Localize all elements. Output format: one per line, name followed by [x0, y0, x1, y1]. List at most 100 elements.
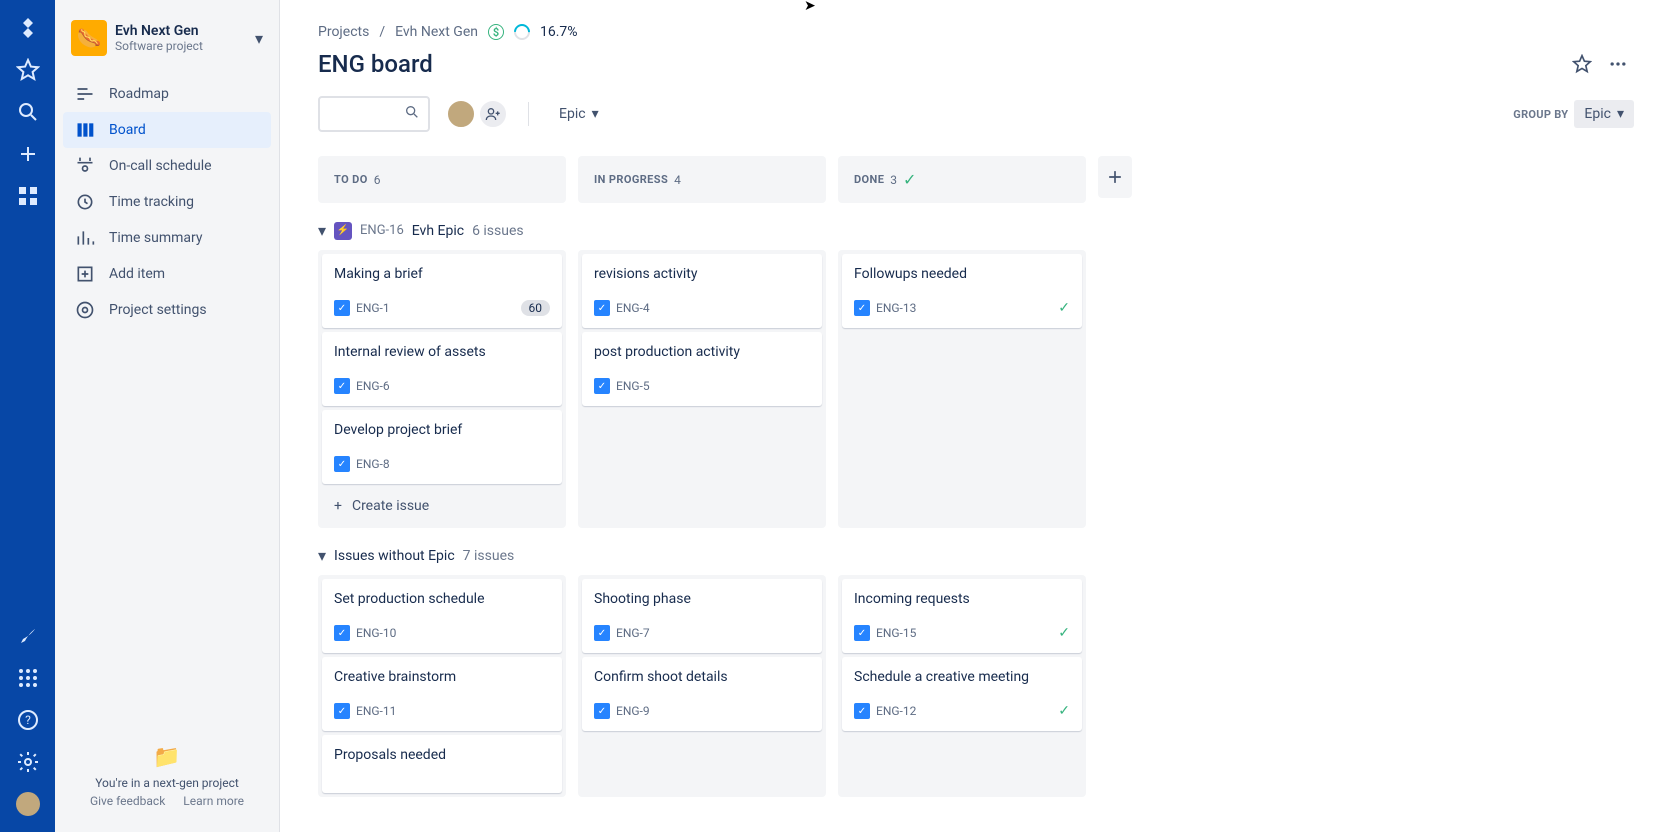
sidebar-item-roadmap[interactable]: Roadmap: [63, 76, 271, 112]
column-inprogress[interactable]: revisions activityENG-4 post production …: [578, 250, 826, 528]
sidebar-item-additem[interactable]: Add item: [63, 256, 271, 292]
epic-icon: ⚡: [334, 222, 352, 240]
more-button[interactable]: [1602, 48, 1634, 80]
breadcrumb-projects[interactable]: Projects: [318, 24, 369, 40]
card-title: revisions activity: [594, 266, 810, 282]
search-icon: [404, 104, 420, 124]
chevron-down-icon: ▾: [592, 106, 599, 122]
issue-card[interactable]: Proposals needed: [322, 735, 562, 793]
chevron-down-icon: ▾: [255, 29, 263, 48]
issue-card[interactable]: Internal review of assetsENG-6: [322, 332, 562, 406]
star-button[interactable]: [1566, 48, 1598, 80]
check-icon: ✓: [903, 170, 916, 189]
search-icon[interactable]: [16, 100, 40, 124]
column-todo[interactable]: Making a briefENG-160 Internal review of…: [318, 250, 566, 528]
group-by-label: GROUP BY: [1513, 108, 1568, 121]
card-key: ENG-1: [356, 301, 390, 315]
card-title: Proposals needed: [334, 747, 550, 763]
issue-card[interactable]: Confirm shoot detailsENG-9: [582, 657, 822, 731]
issue-card[interactable]: revisions activityENG-4: [582, 254, 822, 328]
task-icon: [334, 300, 350, 316]
issue-card[interactable]: Set production scheduleENG-10: [322, 579, 562, 653]
add-people-button[interactable]: [478, 99, 508, 129]
card-key: ENG-8: [356, 457, 390, 471]
user-avatar[interactable]: [16, 792, 40, 816]
epic-filter-dropdown[interactable]: Epic ▾: [549, 100, 609, 128]
card-title: Making a brief: [334, 266, 550, 282]
footer-message: You're in a next-gen project: [71, 776, 263, 790]
sidebar-item-timetracking[interactable]: Time tracking: [63, 184, 271, 220]
assignee-avatar[interactable]: [446, 99, 476, 129]
column-todo[interactable]: Set production scheduleENG-10 Creative b…: [318, 575, 566, 797]
jira-logo-icon[interactable]: [16, 16, 40, 40]
task-icon: [334, 378, 350, 394]
task-icon: [594, 703, 610, 719]
sidebar-item-label: Add item: [109, 266, 165, 282]
board-title: ENG board: [318, 50, 433, 78]
breadcrumbs: Projects / Evh Next Gen $ 16.7%: [318, 24, 1634, 40]
card-title: Creative brainstorm: [334, 669, 550, 685]
dollar-badge-icon: $: [488, 24, 504, 40]
project-switcher[interactable]: 🌭 Evh Next Gen Software project ▾: [63, 20, 271, 76]
card-key: ENG-13: [876, 301, 916, 315]
issue-card[interactable]: Shooting phaseENG-7: [582, 579, 822, 653]
column-header-todo[interactable]: TO DO6: [318, 156, 566, 203]
give-feedback-link[interactable]: Give feedback: [90, 794, 165, 808]
sidebar-item-label: Time summary: [109, 230, 203, 246]
sidebar-item-label: Time tracking: [109, 194, 194, 210]
sidebar-item-label: Project settings: [109, 302, 207, 318]
rocket-icon[interactable]: [16, 624, 40, 648]
issue-card[interactable]: Incoming requestsENG-15✓: [842, 579, 1082, 653]
create-icon[interactable]: [16, 142, 40, 166]
swimlane-toggle-noepic[interactable]: ▾ Issues without Epic 7 issues: [318, 546, 1634, 565]
column-header-done[interactable]: DONE3✓: [838, 156, 1086, 203]
issue-card[interactable]: Schedule a creative meetingENG-12✓: [842, 657, 1082, 731]
column-done[interactable]: Incoming requestsENG-15✓ Schedule a crea…: [838, 575, 1086, 797]
issue-card[interactable]: Creative brainstormENG-11: [322, 657, 562, 731]
card-key: ENG-9: [616, 704, 650, 718]
swimlane-toggle-epic[interactable]: ▾ ⚡ ENG-16 Evh Epic 6 issues: [318, 221, 1634, 240]
swimlane-count: 7 issues: [463, 548, 515, 564]
card-title: Incoming requests: [854, 591, 1070, 607]
project-name: Evh Next Gen: [115, 23, 247, 39]
dashboard-icon[interactable]: [16, 184, 40, 208]
search-input[interactable]: [318, 96, 430, 132]
issue-card[interactable]: post production activityENG-5: [582, 332, 822, 406]
sidebar-item-settings[interactable]: Project settings: [63, 292, 271, 328]
task-icon: [854, 300, 870, 316]
search-field[interactable]: [328, 106, 404, 122]
breadcrumb-project[interactable]: Evh Next Gen: [395, 24, 478, 40]
dropdown-label: Epic: [559, 106, 586, 122]
create-issue-label: Create issue: [352, 498, 429, 514]
apps-icon[interactable]: [16, 666, 40, 690]
task-icon: [334, 703, 350, 719]
epic-name: Evh Epic: [412, 223, 464, 239]
star-icon[interactable]: [16, 58, 40, 82]
column-done[interactable]: Followups neededENG-13✓: [838, 250, 1086, 528]
project-avatar: 🌭: [71, 20, 107, 56]
card-key: ENG-7: [616, 626, 650, 640]
svg-text:?: ?: [25, 713, 31, 727]
issue-card[interactable]: Making a briefENG-160: [322, 254, 562, 328]
sidebar-item-label: Board: [109, 122, 146, 138]
create-issue-button[interactable]: +Create issue: [322, 488, 562, 524]
learn-more-link[interactable]: Learn more: [183, 794, 244, 808]
chevron-down-icon: ▾: [318, 546, 326, 565]
add-column-button[interactable]: [1098, 156, 1132, 198]
task-icon: [594, 625, 610, 641]
column-header-inprogress[interactable]: IN PROGRESS4: [578, 156, 826, 203]
epic-key: ENG-16: [360, 223, 404, 238]
issue-card[interactable]: Develop project briefENG-8: [322, 410, 562, 484]
settings-icon[interactable]: [16, 750, 40, 774]
sidebar-item-board[interactable]: Board: [63, 112, 271, 148]
epic-issue-count: 6 issues: [472, 223, 524, 239]
dropdown-label: Epic: [1584, 106, 1611, 122]
check-icon: ✓: [1058, 300, 1070, 316]
help-icon[interactable]: ?: [16, 708, 40, 732]
sidebar-item-timesummary[interactable]: Time summary: [63, 220, 271, 256]
task-icon: [334, 625, 350, 641]
sidebar-item-oncall[interactable]: On-call schedule: [63, 148, 271, 184]
column-inprogress[interactable]: Shooting phaseENG-7 Confirm shoot detail…: [578, 575, 826, 797]
issue-card[interactable]: Followups neededENG-13✓: [842, 254, 1082, 328]
group-by-dropdown[interactable]: Epic▾: [1574, 100, 1634, 128]
